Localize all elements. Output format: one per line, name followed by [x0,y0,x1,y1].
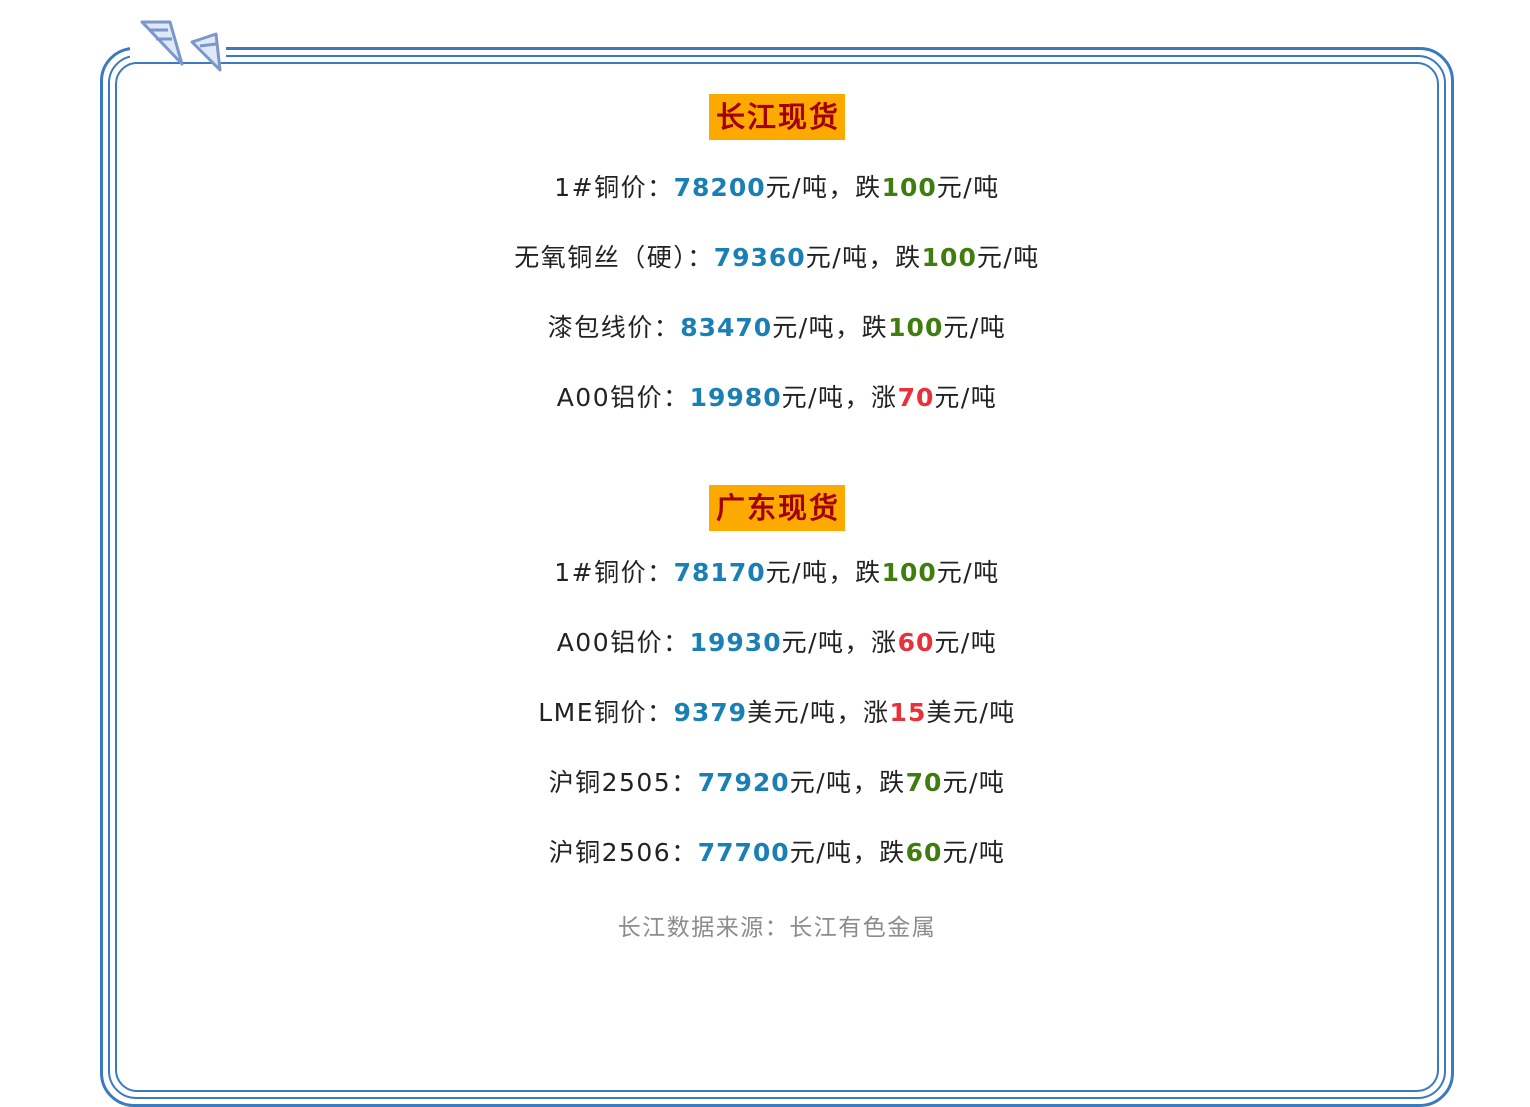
change-value: 60 [905,838,943,867]
price-label: LME铜价： [538,698,674,727]
change-unit: 元/吨 [934,383,998,412]
change-value: 70 [905,768,943,797]
price-value: 9379 [673,698,748,727]
pennant-flag-icon [190,32,222,72]
change-direction: 跌 [855,558,882,587]
change-unit: 元/吨 [976,243,1040,272]
change-value: 60 [897,628,935,657]
change-direction: 跌 [855,173,882,202]
change-unit: 美元/吨 [926,698,1016,727]
change-unit: 元/吨 [934,628,998,657]
price-unit: 元/吨， [781,383,872,412]
price-unit: 元/吨， [772,313,862,342]
change-direction: 涨 [863,698,890,727]
price-value: 78170 [673,558,766,587]
price-row: A00铝价：19930元/吨，涨60元/吨 [110,626,1444,660]
change-unit: 元/吨 [943,313,1007,342]
change-value: 70 [897,383,935,412]
price-unit: 元/吨， [789,838,880,867]
price-row: 1#铜价：78200元/吨，跌100元/吨 [110,171,1444,205]
price-unit: 元/吨， [765,558,856,587]
change-value: 100 [888,313,944,342]
price-value: 83470 [680,313,773,342]
price-label: 1#铜价： [554,558,674,587]
change-value: 100 [881,558,937,587]
price-value: 19980 [689,383,782,412]
price-unit: 美元/吨， [747,698,864,727]
price-row: 无氧铜丝（硬）：79360元/吨，跌100元/吨 [110,241,1444,275]
price-label: A00铝价： [556,383,690,412]
change-direction: 涨 [871,383,898,412]
pennant-flag-icon [140,20,184,66]
change-direction: 涨 [871,628,898,657]
price-label: 1#铜价： [554,173,674,202]
price-row: 沪铜2505：77920元/吨，跌70元/吨 [110,766,1444,800]
change-unit: 元/吨 [936,558,1000,587]
change-value: 15 [889,698,927,727]
price-value: 78200 [673,173,766,202]
change-unit: 元/吨 [942,768,1006,797]
section-heading-label: 长江现货 [708,94,845,140]
price-row: 沪铜2506：77700元/吨，跌60元/吨 [110,836,1444,870]
price-label: A00铝价： [556,628,690,657]
price-value: 77920 [697,768,790,797]
price-unit: 元/吨， [765,173,856,202]
change-direction: 跌 [895,243,922,272]
price-label: 漆包线价： [547,313,681,342]
change-unit: 元/吨 [942,838,1006,867]
section-heading-guangdong: 广东现货 [110,485,1444,531]
price-unit: 元/吨， [781,628,872,657]
price-unit: 元/吨， [805,243,896,272]
section-heading-changjiang: 长江现货 [110,94,1444,140]
price-row: A00铝价：19980元/吨，涨70元/吨 [110,381,1444,415]
price-row: 漆包线价：83470元/吨，跌100元/吨 [110,311,1444,345]
price-label: 沪铜2505： [548,768,698,797]
price-value: 77700 [697,838,790,867]
price-unit: 元/吨， [789,768,880,797]
price-label: 沪铜2506： [548,838,698,867]
change-direction: 跌 [879,838,906,867]
pennant-flags-icon [140,20,222,72]
change-direction: 跌 [861,313,889,342]
price-value: 19930 [689,628,782,657]
price-value: 79360 [713,243,806,272]
price-label: 无氧铜丝（硬）： [514,243,714,272]
change-unit: 元/吨 [936,173,1000,202]
change-direction: 跌 [879,768,906,797]
data-source-note: 长江数据来源：长江有色金属 [617,915,937,941]
price-row: LME铜价：9379美元/吨，涨15美元/吨 [110,696,1444,730]
price-row: 1#铜价：78170元/吨，跌100元/吨 [110,556,1444,590]
section-heading-label: 广东现货 [708,485,845,531]
change-value: 100 [921,243,977,272]
change-value: 100 [881,173,937,202]
